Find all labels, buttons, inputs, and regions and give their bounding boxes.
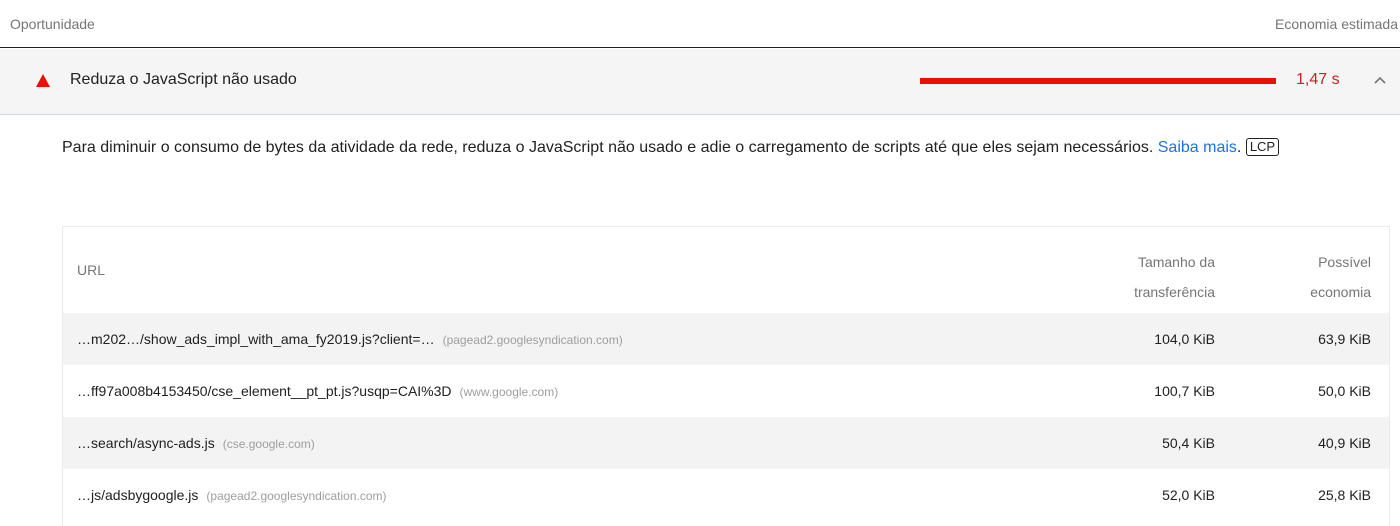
row-url-host: (www.google.com) bbox=[459, 385, 559, 399]
row-url[interactable]: …js/adsbygoogle.js (pagead2.googlesyndica… bbox=[77, 487, 387, 503]
lcp-badge: LCP bbox=[1245, 138, 1280, 156]
column-header-potential-savings-line1: Possível bbox=[1318, 254, 1371, 270]
estimated-savings-column-label: Economia estimada bbox=[1275, 15, 1398, 32]
savings-bar bbox=[920, 78, 1276, 84]
table-row: …js/adsbygoogle.js (pagead2.googlesyndica… bbox=[63, 469, 1389, 521]
table-row: …search/async-ads.js (cse.google.com) 50,… bbox=[63, 417, 1389, 469]
row-transfer-size: 52,0 KiB bbox=[1162, 487, 1215, 503]
description-period: . bbox=[1236, 139, 1242, 156]
audit-title: Reduza o JavaScript não usado bbox=[70, 71, 297, 88]
row-url-host: (cse.google.com) bbox=[222, 437, 315, 451]
audit-description: Para diminuir o consumo de bytes da ativ… bbox=[62, 133, 1372, 163]
learn-more-link[interactable]: Saiba mais bbox=[1158, 139, 1237, 156]
row-url-path: …js/adsbygoogle.js bbox=[77, 487, 199, 503]
column-header-potential-savings-line2: economia bbox=[1310, 284, 1371, 300]
column-header-transfer-size-line2: transferência bbox=[1134, 284, 1215, 300]
opportunity-header: Oportunidade Economia estimada bbox=[0, 0, 1400, 48]
table-row: …m202…/show_ads_impl_with_ama_fy2019.js?… bbox=[63, 313, 1389, 365]
column-header-transfer-size-line1: Tamanho da bbox=[1137, 254, 1215, 270]
column-header-url: URL bbox=[77, 262, 106, 278]
row-url[interactable]: …search/async-ads.js (cse.google.com) bbox=[77, 435, 315, 451]
audit-unused-javascript[interactable]: Reduza o JavaScript não usado 1,47 s bbox=[0, 49, 1400, 115]
row-potential-savings: 50,0 KiB bbox=[1318, 383, 1371, 399]
row-url[interactable]: …m202…/show_ads_impl_with_ama_fy2019.js?… bbox=[77, 331, 623, 347]
savings-bar-fill bbox=[920, 78, 1276, 84]
row-url-host: (pagead2.googlesyndication.com) bbox=[206, 489, 387, 503]
row-transfer-size: 50,4 KiB bbox=[1162, 435, 1215, 451]
row-url-host: (pagead2.googlesyndication.com) bbox=[442, 333, 623, 347]
opportunity-column-label: Oportunidade bbox=[10, 15, 95, 32]
description-text: Para diminuir o consumo de bytes da ativ… bbox=[62, 139, 1154, 156]
table-header: URL Tamanho da transferência Possível ec… bbox=[63, 227, 1389, 313]
audit-savings-value: 1,47 s bbox=[1296, 71, 1340, 88]
resources-table: URL Tamanho da transferência Possível ec… bbox=[62, 226, 1390, 526]
table-row: …ff97a008b4153450/cse_element__pt_pt.js?… bbox=[63, 365, 1389, 417]
row-transfer-size: 100,7 KiB bbox=[1154, 383, 1215, 399]
row-potential-savings: 63,9 KiB bbox=[1318, 331, 1371, 347]
row-transfer-size: 104,0 KiB bbox=[1154, 331, 1215, 347]
column-header-potential-savings: Possível economia bbox=[1271, 247, 1371, 307]
row-potential-savings: 40,9 KiB bbox=[1318, 435, 1371, 451]
row-url-path: …m202…/show_ads_impl_with_ama_fy2019.js?… bbox=[77, 331, 435, 347]
row-url-path: …ff97a008b4153450/cse_element__pt_pt.js?… bbox=[77, 383, 452, 399]
column-header-transfer-size: Tamanho da transferência bbox=[1085, 247, 1215, 307]
fail-triangle-icon bbox=[36, 74, 50, 87]
row-url-path: …search/async-ads.js bbox=[77, 435, 215, 451]
row-potential-savings: 25,8 KiB bbox=[1318, 487, 1371, 503]
row-url[interactable]: …ff97a008b4153450/cse_element__pt_pt.js?… bbox=[77, 383, 558, 399]
chevron-up-icon[interactable] bbox=[1373, 75, 1387, 85]
